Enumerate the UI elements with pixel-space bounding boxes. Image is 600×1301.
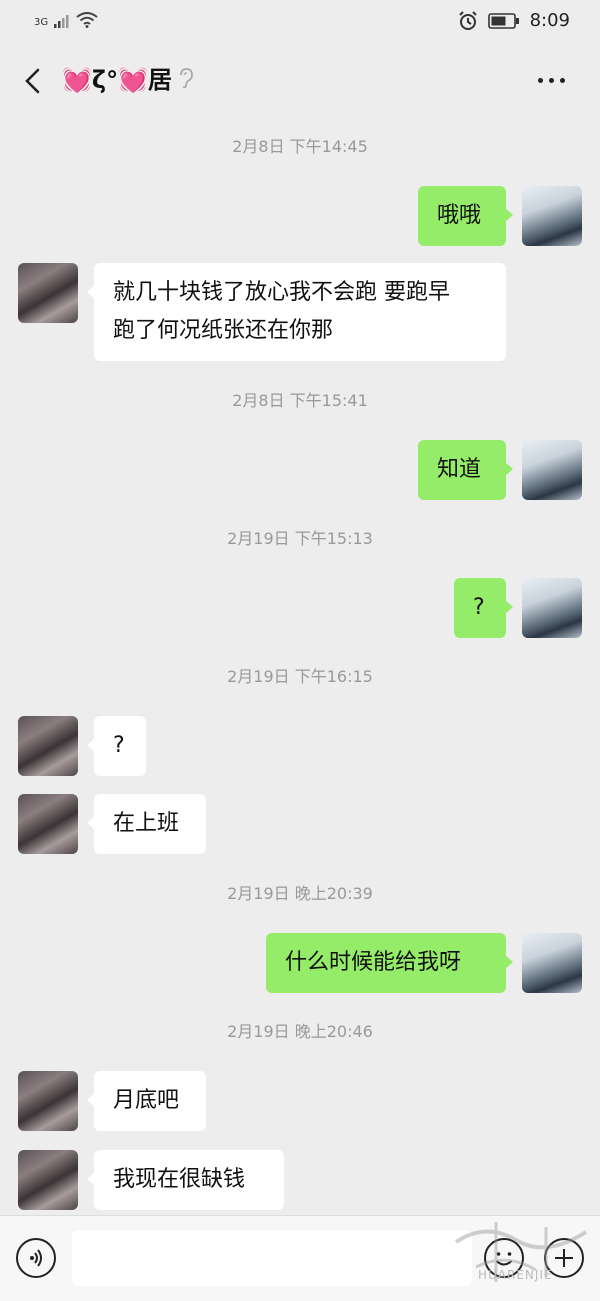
my-avatar[interactable] — [522, 440, 582, 500]
battery-icon — [487, 12, 519, 29]
their-message-row: 月底吧 — [0, 1071, 600, 1131]
message-bubble[interactable]: 知道 — [418, 440, 513, 500]
status-right: 8:09 — [458, 10, 570, 31]
my-message-row: 哦哦 — [0, 186, 600, 246]
message-bubble[interactable]: 月底吧 — [87, 1071, 206, 1131]
status-left: 3G — [34, 12, 98, 28]
their-message-row: ? — [0, 716, 600, 776]
timestamp: 2月19日 下午15:13 — [227, 529, 373, 548]
contact-avatar[interactable] — [18, 1071, 78, 1131]
my-message-row: 知道 — [0, 440, 600, 500]
chat-header: 💓ζ°💓居 — [0, 44, 600, 120]
status-bar: 3G 8:09 — [0, 0, 600, 44]
status-time: 8:09 — [529, 10, 570, 31]
wifi-icon — [76, 12, 98, 28]
contact-avatar[interactable] — [18, 1150, 78, 1210]
signal-icon — [54, 15, 69, 28]
alarm-icon — [458, 10, 477, 30]
contact-avatar[interactable] — [18, 263, 78, 323]
message-bubble[interactable]: 哦哦 — [418, 186, 513, 246]
message-bubble[interactable]: 什么时候能给我呀 — [266, 933, 513, 993]
chat-title: 💓ζ°💓居 — [62, 60, 194, 95]
timestamp: 2月19日 下午16:15 — [227, 667, 373, 686]
message-input[interactable] — [72, 1230, 472, 1286]
contact-avatar[interactable] — [18, 794, 78, 854]
timestamp: 2月19日 晚上20:39 — [227, 884, 373, 903]
contact-avatar[interactable] — [18, 716, 78, 776]
message-bubble[interactable]: 就几十块钱了放心我不会跑 要跑早 跑了何况纸张还在你那 — [87, 263, 506, 361]
network-type: 3G — [34, 17, 49, 28]
watermark-text: HUARENJIE — [478, 1268, 553, 1282]
message-bubble[interactable]: 我现在很缺钱 — [87, 1150, 284, 1210]
chat-history[interactable]: 2月8日 下午14:45 哦哦就几十块钱了放心我不会跑 要跑早 跑了何况纸张还在你… — [0, 120, 600, 1215]
timestamp: 2月8日 下午15:41 — [232, 391, 368, 410]
timestamp: 2月8日 下午14:45 — [232, 137, 368, 156]
voice-icon[interactable] — [16, 1238, 56, 1278]
back-icon[interactable] — [18, 64, 52, 98]
more-icon[interactable] — [538, 70, 574, 90]
message-bubble[interactable]: ? — [454, 578, 513, 638]
my-message-row: ? — [0, 578, 600, 638]
my-avatar[interactable] — [522, 578, 582, 638]
their-message-row: 我现在很缺钱 — [0, 1150, 600, 1210]
contact-name: 💓ζ°💓居 — [62, 66, 172, 94]
their-message-row: 就几十块钱了放心我不会跑 要跑早 跑了何况纸张还在你那 — [0, 263, 600, 361]
message-bubble[interactable]: ? — [87, 716, 146, 776]
my-avatar[interactable] — [522, 933, 582, 993]
my-message-row: 什么时候能给我呀 — [0, 933, 600, 993]
message-bubble[interactable]: 在上班 — [87, 794, 206, 854]
ear-icon — [180, 67, 193, 88]
timestamp: 2月19日 晚上20:46 — [227, 1022, 373, 1041]
their-message-row: 在上班 — [0, 794, 600, 854]
my-avatar[interactable] — [522, 186, 582, 246]
